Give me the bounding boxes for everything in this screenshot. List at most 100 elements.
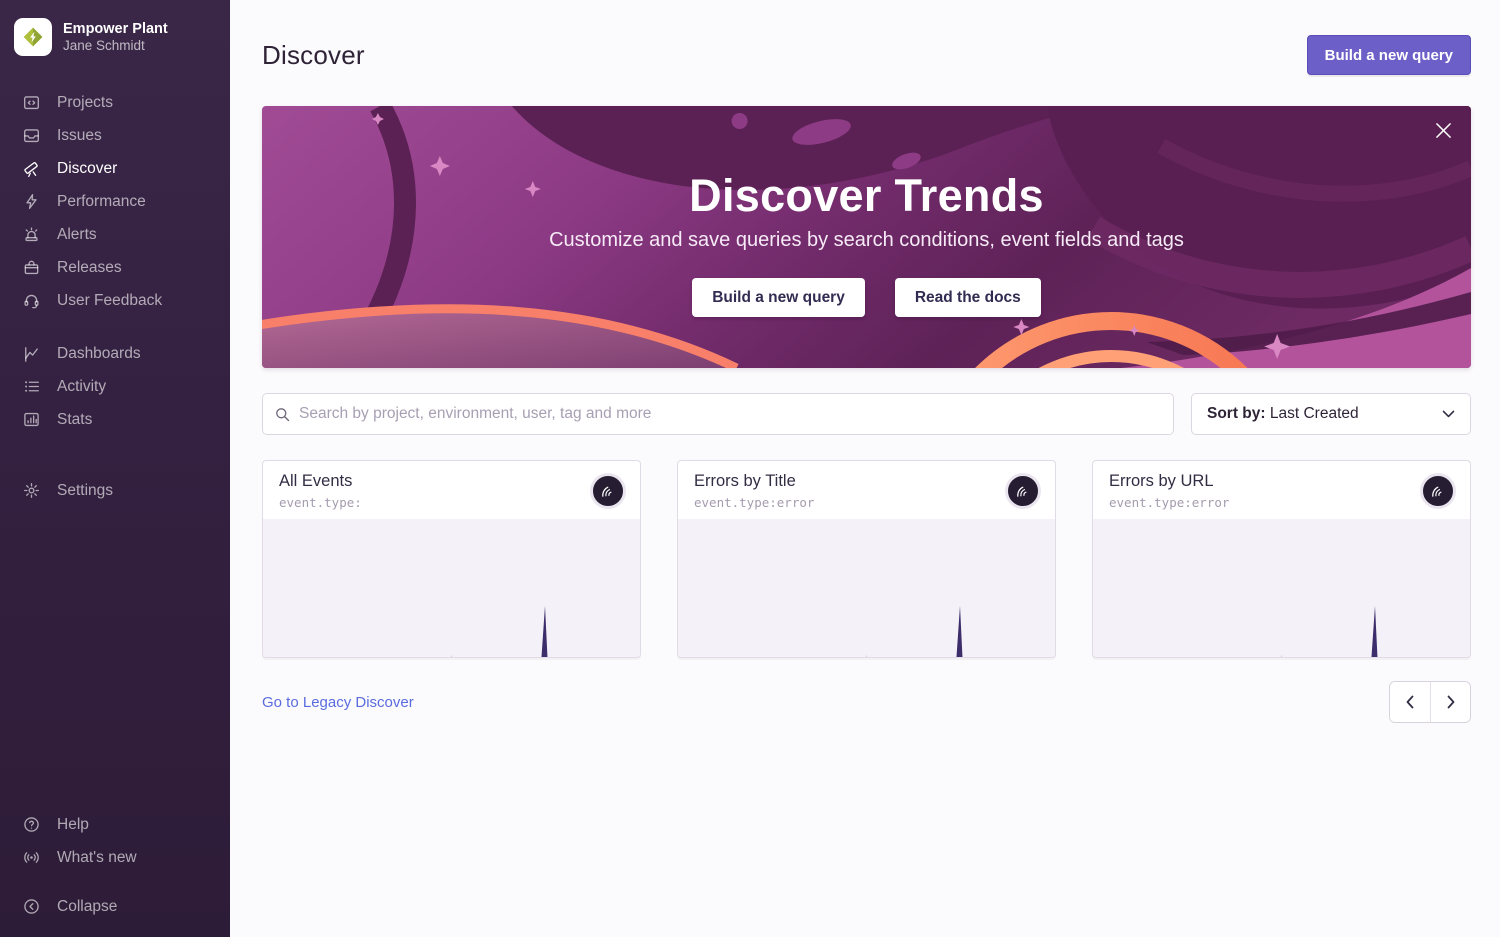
page-title: Discover	[262, 40, 365, 71]
banner-close-button[interactable]	[1432, 119, 1454, 141]
card-header: Errors by URL event.type:error	[1093, 461, 1470, 519]
projects-icon	[21, 94, 41, 112]
query-toolbar: Sort by: Last Created	[262, 393, 1471, 435]
sidebar-item-alerts[interactable]: Alerts	[0, 218, 230, 251]
org-labels: Empower Plant Jane Schmidt	[63, 20, 168, 55]
telescope-icon	[21, 160, 41, 178]
legacy-discover-link[interactable]: Go to Legacy Discover	[262, 694, 414, 711]
sidebar-item-whats-new[interactable]: What's new	[0, 841, 230, 874]
gear-icon	[21, 482, 41, 500]
sidebar-nav-primary: Projects Issues Discover Performance Ale…	[0, 86, 230, 317]
sidebar-collapse-button[interactable]: Collapse	[0, 890, 230, 923]
sidebar-nav-settings: Settings	[0, 474, 230, 507]
discover-trends-banner: Discover Trends Customize and save queri…	[262, 106, 1471, 368]
sidebar-item-label: Dashboards	[57, 345, 141, 363]
sidebar-item-label: Discover	[57, 160, 117, 178]
search-box[interactable]	[262, 393, 1174, 435]
sidebar-item-help[interactable]: Help	[0, 808, 230, 841]
card-sparkline	[1093, 519, 1470, 658]
sentry-logo-icon	[597, 480, 619, 502]
banner-buttons: Build a new query Read the docs	[692, 278, 1041, 317]
page-header: Discover Build a new query	[262, 34, 1471, 76]
sort-value: Last Created	[1270, 405, 1359, 422]
sidebar-item-stats[interactable]: Stats	[0, 403, 230, 436]
sidebar-item-activity[interactable]: Activity	[0, 370, 230, 403]
sentry-logo-icon	[1012, 480, 1034, 502]
list-icon	[21, 378, 41, 396]
pagination	[1389, 681, 1471, 723]
sidebar-item-label: Collapse	[57, 898, 117, 916]
sidebar-item-issues[interactable]: Issues	[0, 119, 230, 152]
sentry-logo-badge	[1420, 473, 1456, 509]
sidebar-item-label: What's new	[57, 849, 137, 867]
sidebar-nav-collapse: Collapse	[0, 890, 230, 923]
sentry-logo-badge	[1005, 473, 1041, 509]
sidebar-nav-footer: Help What's new	[0, 808, 230, 874]
card-title: All Events	[279, 472, 624, 491]
sidebar-item-user-feedback[interactable]: User Feedback	[0, 284, 230, 317]
banner-content: Discover Trends Customize and save queri…	[262, 106, 1471, 368]
headset-icon	[21, 292, 41, 310]
close-icon	[1435, 122, 1452, 139]
sidebar-item-label: Releases	[57, 259, 122, 277]
lightning-icon	[21, 193, 41, 211]
sidebar-item-settings[interactable]: Settings	[0, 474, 230, 507]
sidebar-item-label: Help	[57, 816, 89, 834]
sidebar-item-label: Activity	[57, 378, 106, 396]
chevron-down-icon	[1442, 410, 1455, 418]
pagination-next-button[interactable]	[1430, 682, 1470, 722]
bottom-row: Go to Legacy Discover	[262, 681, 1471, 723]
sort-label: Sort by:	[1207, 405, 1266, 422]
chevron-left-icon	[1404, 695, 1416, 709]
line-chart-icon	[21, 345, 41, 363]
sort-text: Sort by: Last Created	[1207, 405, 1359, 423]
issues-icon	[21, 127, 41, 145]
banner-read-docs-button[interactable]: Read the docs	[895, 278, 1041, 317]
empower-plant-logo-icon	[20, 24, 46, 50]
search-input[interactable]	[299, 405, 1161, 423]
card-title: Errors by URL	[1109, 472, 1454, 491]
org-switcher[interactable]: Empower Plant Jane Schmidt	[0, 0, 230, 56]
sidebar-item-label: Projects	[57, 94, 113, 112]
broadcast-icon	[21, 849, 41, 867]
sidebar-spacer	[0, 507, 230, 808]
pagination-prev-button[interactable]	[1390, 682, 1430, 722]
query-card-errors-by-title[interactable]: Errors by Title event.type:error Las	[677, 460, 1056, 658]
sidebar-item-label: Performance	[57, 193, 146, 211]
sort-dropdown[interactable]: Sort by: Last Created	[1191, 393, 1471, 435]
card-header: Errors by Title event.type:error	[678, 461, 1055, 519]
sentry-logo-icon	[1427, 480, 1449, 502]
query-card-errors-by-url[interactable]: Errors by URL event.type:error Last	[1092, 460, 1471, 658]
banner-subtitle: Customize and save queries by search con…	[549, 229, 1184, 252]
banner-build-query-button[interactable]: Build a new query	[692, 278, 865, 317]
org-name: Empower Plant	[63, 20, 168, 38]
search-icon	[275, 407, 290, 422]
sidebar-item-projects[interactable]: Projects	[0, 86, 230, 119]
query-card-all-events[interactable]: All Events event.type: Last 24 hrs	[262, 460, 641, 658]
user-name: Jane Schmidt	[63, 38, 168, 55]
card-header: All Events event.type:	[263, 461, 640, 519]
siren-icon	[21, 226, 41, 244]
saved-query-cards: All Events event.type: Last 24 hrs	[262, 460, 1471, 658]
chevron-right-icon	[1445, 695, 1457, 709]
help-icon	[21, 816, 41, 834]
org-avatar	[14, 18, 52, 56]
sidebar-item-label: Alerts	[57, 226, 97, 244]
sidebar-nav-secondary: Dashboards Activity Stats	[0, 337, 230, 436]
sidebar: Empower Plant Jane Schmidt Projects Issu…	[0, 0, 230, 937]
card-sparkline	[678, 519, 1055, 658]
sidebar-item-discover[interactable]: Discover	[0, 152, 230, 185]
card-sparkline	[263, 519, 640, 658]
build-new-query-button[interactable]: Build a new query	[1307, 35, 1471, 75]
banner-title: Discover Trends	[689, 170, 1044, 222]
main-content: Discover Build a new query	[230, 0, 1500, 937]
sidebar-item-dashboards[interactable]: Dashboards	[0, 337, 230, 370]
briefcase-icon	[21, 259, 41, 277]
card-query: event.type:error	[694, 495, 1039, 510]
sidebar-item-performance[interactable]: Performance	[0, 185, 230, 218]
sentry-logo-badge	[590, 473, 626, 509]
sidebar-item-label: User Feedback	[57, 292, 162, 310]
sidebar-item-releases[interactable]: Releases	[0, 251, 230, 284]
card-title: Errors by Title	[694, 472, 1039, 491]
card-query: event.type:	[279, 495, 624, 510]
